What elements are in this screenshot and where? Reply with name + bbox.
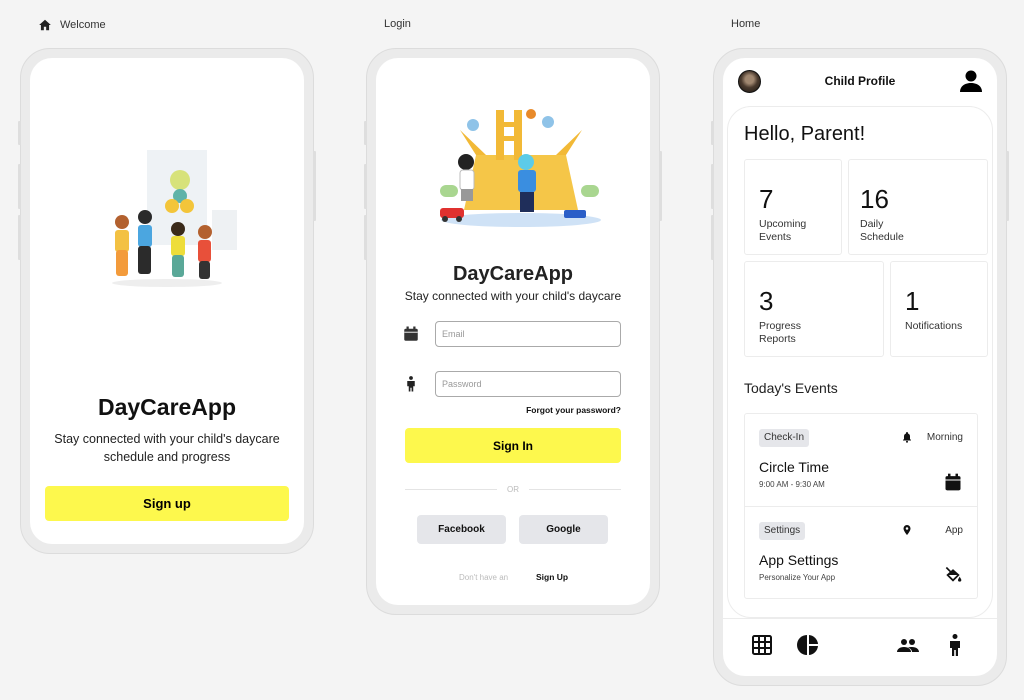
stat-value: 16 bbox=[860, 184, 889, 214]
stat-label-line: Reports bbox=[759, 333, 796, 345]
forgot-password-link[interactable]: Forgot your password? bbox=[526, 405, 621, 415]
section-title: Today's Events bbox=[744, 380, 838, 396]
no-account-text: Don't have an bbox=[459, 573, 509, 582]
event-item[interactable]: Settings App App Settings Personalize Yo… bbox=[745, 506, 977, 598]
welcome-screen: DayCareApp Stay connected with your chil… bbox=[30, 58, 304, 544]
side-button bbox=[18, 121, 21, 145]
dashboard-card: Hello, Parent! 7 Upcoming Events 16 Dail… bbox=[727, 106, 993, 618]
side-button bbox=[364, 215, 367, 260]
side-button bbox=[659, 151, 662, 221]
calendar-icon bbox=[945, 473, 961, 491]
stat-value: 1 bbox=[905, 286, 920, 316]
side-button bbox=[1006, 151, 1009, 221]
email-input[interactable] bbox=[435, 321, 621, 347]
stat-label-line: Upcoming bbox=[759, 218, 807, 230]
app-subtitle: Stay connected with your child's daycare… bbox=[54, 432, 280, 464]
or-divider: OR bbox=[405, 485, 621, 494]
side-button bbox=[711, 121, 714, 145]
side-button bbox=[18, 164, 21, 209]
login-screen: DayCareApp Stay connected with your chil… bbox=[376, 58, 650, 605]
playground-illustration bbox=[440, 109, 601, 227]
signup-link[interactable]: Sign Up bbox=[536, 572, 568, 582]
event-title: Circle Time bbox=[759, 459, 830, 475]
stat-label-line: Events bbox=[759, 231, 792, 243]
stat-value: 7 bbox=[759, 184, 774, 214]
stat-label: Daily Schedule bbox=[860, 218, 904, 244]
app-title: DayCareApp bbox=[97, 394, 237, 420]
screen-label-login: Login bbox=[384, 18, 411, 30]
event-time: 9:00 AM - 9:30 AM bbox=[759, 480, 825, 489]
event-subtitle: Personalize Your App bbox=[759, 573, 836, 582]
event-item[interactable]: Check-In Morning Circle Time 9:00 AM - 9… bbox=[745, 414, 977, 506]
phone-home: Child Profile Hello, Parent! 7 Upcoming … bbox=[711, 48, 1009, 686]
event-title: App Settings bbox=[759, 552, 839, 568]
facebook-button[interactable]: Facebook bbox=[417, 515, 506, 544]
stat-label-line: Notifications bbox=[905, 320, 963, 332]
stat-label-line: Daily bbox=[860, 218, 884, 230]
screen-label-home: Home bbox=[731, 18, 760, 30]
stat-label: Notifications bbox=[905, 320, 962, 333]
stat-card-upcoming-events[interactable]: 7 Upcoming Events bbox=[744, 159, 842, 255]
side-button bbox=[364, 121, 367, 145]
signin-button[interactable]: Sign In bbox=[405, 428, 621, 463]
side-button bbox=[711, 215, 714, 260]
signup-button[interactable]: Sign up bbox=[45, 486, 289, 521]
stat-label-line: Progress bbox=[759, 320, 802, 332]
people-icon[interactable] bbox=[896, 633, 920, 657]
screen-label-text: Login bbox=[384, 18, 411, 30]
side-button bbox=[313, 151, 316, 221]
event-time-of-day: Morning bbox=[926, 432, 963, 443]
stat-label: Progress Reports bbox=[759, 320, 801, 346]
event-chip: Check-In bbox=[759, 429, 810, 447]
stat-card-progress-reports[interactable]: 3 Progress Reports bbox=[744, 261, 884, 357]
events-list: Check-In Morning Circle Time 9:00 AM - 9… bbox=[744, 413, 978, 599]
app-title: DayCareApp bbox=[452, 263, 574, 285]
greeting: Hello, Parent! bbox=[744, 123, 866, 145]
home-screen: Child Profile Hello, Parent! 7 Upcoming … bbox=[723, 58, 997, 676]
pie-chart-icon[interactable] bbox=[796, 633, 820, 657]
screen-label-text: Welcome bbox=[60, 19, 106, 31]
password-input[interactable] bbox=[435, 371, 621, 397]
event-chip: Settings bbox=[759, 522, 806, 540]
bottom-tab-bar bbox=[723, 618, 997, 676]
bell-icon bbox=[903, 432, 911, 443]
google-button[interactable]: Google bbox=[519, 515, 608, 544]
person-icon[interactable] bbox=[959, 69, 983, 93]
calendar-icon bbox=[404, 326, 418, 341]
side-button bbox=[18, 215, 21, 260]
screen-label-welcome: Welcome bbox=[38, 18, 106, 32]
app-subtitle: Stay connected with your child's daycare bbox=[404, 289, 622, 303]
event-category: App bbox=[945, 525, 963, 536]
stat-label-line: Schedule bbox=[860, 231, 904, 243]
grid-icon[interactable] bbox=[750, 633, 774, 657]
or-label: OR bbox=[507, 485, 519, 494]
paint-bucket-icon bbox=[945, 566, 962, 582]
stat-value: 3 bbox=[759, 286, 774, 316]
header-title: Child Profile bbox=[824, 74, 896, 88]
side-button bbox=[711, 164, 714, 209]
location-pin-icon bbox=[903, 525, 911, 535]
divider-line bbox=[529, 489, 621, 490]
child-icon[interactable] bbox=[943, 633, 967, 657]
side-button bbox=[364, 164, 367, 209]
phone-login: DayCareApp Stay connected with your chil… bbox=[364, 48, 662, 615]
divider-line bbox=[405, 489, 497, 490]
stat-card-daily-schedule[interactable]: 16 Daily Schedule bbox=[848, 159, 988, 255]
stat-card-notifications[interactable]: 1 Notifications bbox=[890, 261, 988, 357]
home-icon bbox=[39, 19, 51, 31]
phone-welcome: DayCareApp Stay connected with your chil… bbox=[18, 48, 316, 554]
children-illustration bbox=[112, 150, 237, 287]
screen-label-text: Home bbox=[731, 18, 761, 30]
stat-label: Upcoming Events bbox=[759, 218, 806, 244]
child-icon bbox=[407, 376, 415, 392]
